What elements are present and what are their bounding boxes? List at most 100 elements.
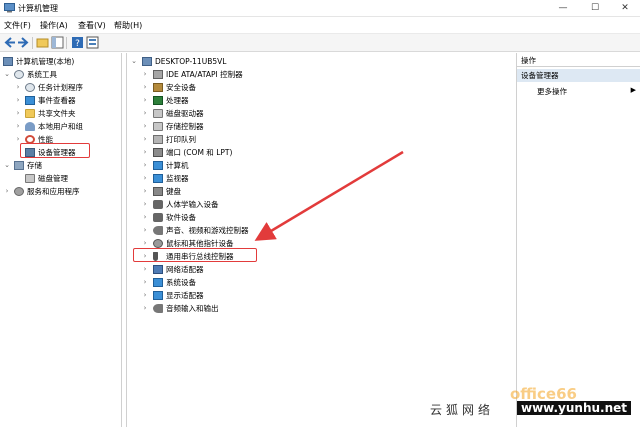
device-category-row[interactable]: › 软件设备 xyxy=(141,211,511,224)
chevron-right-icon[interactable]: › xyxy=(141,120,149,133)
chevron-right-icon[interactable]: › xyxy=(141,159,149,172)
chevron-down-icon[interactable]: ⌄ xyxy=(130,55,138,68)
chevron-right-icon[interactable]: › xyxy=(14,81,22,94)
chevron-right-icon[interactable]: › xyxy=(141,68,149,81)
sound-icon xyxy=(153,226,163,235)
device-category-row[interactable]: › 处理器 xyxy=(141,94,511,107)
chevron-right-icon[interactable]: › xyxy=(141,224,149,237)
window-title: 计算机管理 xyxy=(18,4,58,13)
tools-icon xyxy=(14,70,24,79)
close-button[interactable]: ✕ xyxy=(610,0,640,17)
device-category-row[interactable]: › 磁盘驱动器 xyxy=(141,107,511,120)
chevron-right-icon[interactable]: › xyxy=(141,94,149,107)
device-category-row[interactable]: › 安全设备 xyxy=(141,81,511,94)
maximize-button[interactable]: ☐ xyxy=(580,0,610,17)
chevron-down-icon[interactable]: ⌄ xyxy=(3,159,11,172)
more-actions-link[interactable]: 更多操作 xyxy=(537,86,567,97)
chevron-right-icon[interactable]: › xyxy=(141,289,149,302)
device-category-label: 键盘 xyxy=(166,187,181,196)
chevron-right-icon[interactable]: › xyxy=(141,172,149,185)
mouse-icon xyxy=(153,239,163,248)
services-icon xyxy=(14,187,24,196)
hid-icon xyxy=(153,200,163,209)
device-tree-root-label: DESKTOP-11UB5VL xyxy=(155,57,227,66)
device-category-row[interactable]: › 存储控制器 xyxy=(141,120,511,133)
chevron-right-icon[interactable]: › xyxy=(14,120,22,133)
port-icon xyxy=(153,148,163,157)
computer-management-icon xyxy=(4,3,15,13)
device-category-row[interactable]: › 网络适配器 xyxy=(141,263,511,276)
usb-controllers-highlight xyxy=(133,248,257,262)
tree-item-task-scheduler[interactable]: › 任务计划程序 xyxy=(14,81,121,94)
toolbar-separator xyxy=(66,37,67,49)
keyboard-icon xyxy=(153,187,163,196)
device-manager-highlight xyxy=(20,143,90,158)
menu-help[interactable]: 帮助(H) xyxy=(114,20,142,31)
chevron-right-icon[interactable]: › xyxy=(141,81,149,94)
minimize-button[interactable]: — xyxy=(548,0,578,17)
device-tree-root[interactable]: ⌄ DESKTOP-11UB5VL xyxy=(130,55,510,68)
computer-management-icon xyxy=(3,57,13,66)
tree-item-system-tools[interactable]: ⌄ 系统工具 xyxy=(3,68,121,81)
navigation-pane: 计算机管理(本地) ⌄ 系统工具 › 任务计划程序 › 事件查看器 › 共享文件… xyxy=(0,53,122,427)
device-category-row[interactable]: › 音频输入和输出 xyxy=(141,302,511,315)
device-category-row[interactable]: › 键盘 xyxy=(141,185,511,198)
forward-icon[interactable] xyxy=(17,36,30,49)
device-category-label: 监视器 xyxy=(166,174,189,183)
device-category-row[interactable]: › IDE ATA/ATAPI 控制器 xyxy=(141,68,511,81)
chevron-right-icon[interactable]: ▶ xyxy=(631,86,636,94)
device-category-row[interactable]: › 打印队列 xyxy=(141,133,511,146)
tree-item-storage[interactable]: ⌄ 存储 xyxy=(3,159,121,172)
device-category-row[interactable]: › 端口 (COM 和 LPT) xyxy=(141,146,511,159)
tree-item-label: 服务和应用程序 xyxy=(27,187,80,196)
chevron-right-icon[interactable]: › xyxy=(141,302,149,315)
tree-root-label: 计算机管理(本地) xyxy=(16,57,75,66)
clock-icon xyxy=(25,83,35,92)
chevron-right-icon[interactable]: › xyxy=(141,146,149,159)
back-icon[interactable] xyxy=(3,36,16,49)
tree-item-shared-folders[interactable]: › 共享文件夹 xyxy=(14,107,121,120)
tree-item-local-users[interactable]: › 本地用户和组 xyxy=(14,120,121,133)
show-hide-tree-icon[interactable] xyxy=(51,36,64,49)
chevron-right-icon[interactable]: › xyxy=(141,107,149,120)
chevron-right-icon[interactable]: › xyxy=(141,133,149,146)
device-category-label: 安全设备 xyxy=(166,83,196,92)
chevron-down-icon[interactable]: ⌄ xyxy=(3,68,11,81)
device-category-label: 磁盘驱动器 xyxy=(166,109,204,118)
chevron-right-icon[interactable]: › xyxy=(141,211,149,224)
device-category-label: 声音、视频和游戏控制器 xyxy=(166,226,249,235)
chevron-right-icon[interactable]: › xyxy=(141,198,149,211)
computer-icon xyxy=(153,161,163,170)
menu-view[interactable]: 查看(V) xyxy=(78,20,106,31)
device-category-label: 显示适配器 xyxy=(166,291,204,300)
device-category-row[interactable]: › 计算机 xyxy=(141,159,511,172)
chevron-right-icon[interactable]: › xyxy=(141,185,149,198)
device-category-row[interactable]: › 监视器 xyxy=(141,172,511,185)
chevron-right-icon[interactable]: › xyxy=(141,276,149,289)
watermark: office66 云狐网络 www.yunhu.net xyxy=(425,385,640,427)
device-category-row[interactable]: › 显示适配器 xyxy=(141,289,511,302)
menu-action[interactable]: 操作(A) xyxy=(40,20,68,31)
actions-section-device-manager[interactable]: 设备管理器 xyxy=(517,69,640,82)
properties-icon[interactable] xyxy=(86,36,99,49)
title-bar: 计算机管理 — ☐ ✕ xyxy=(0,0,640,17)
shared-folder-icon xyxy=(25,109,35,118)
processor-icon xyxy=(153,96,163,105)
device-category-row[interactable]: › 人体学输入设备 xyxy=(141,198,511,211)
tree-root[interactable]: 计算机管理(本地) xyxy=(3,55,121,68)
tree-item-services-apps[interactable]: › 服务和应用程序 xyxy=(3,185,121,198)
chevron-right-icon[interactable]: › xyxy=(3,185,11,198)
up-folder-icon[interactable] xyxy=(36,36,49,49)
menu-file[interactable]: 文件(F) xyxy=(4,20,31,31)
tree-item-disk-management[interactable]: 磁盘管理 xyxy=(14,172,121,185)
device-category-row[interactable]: › 系统设备 xyxy=(141,276,511,289)
chevron-right-icon[interactable]: › xyxy=(141,263,149,276)
toolbar-separator xyxy=(32,37,33,49)
tree-item-event-viewer[interactable]: › 事件查看器 xyxy=(14,94,121,107)
chevron-right-icon[interactable]: › xyxy=(14,107,22,120)
help-icon[interactable]: ? xyxy=(71,36,84,49)
chevron-right-icon[interactable]: › xyxy=(14,94,22,107)
watermark-url: www.yunhu.net xyxy=(517,401,632,415)
display-adapter-icon xyxy=(153,291,163,300)
device-category-row[interactable]: › 声音、视频和游戏控制器 xyxy=(141,224,511,237)
